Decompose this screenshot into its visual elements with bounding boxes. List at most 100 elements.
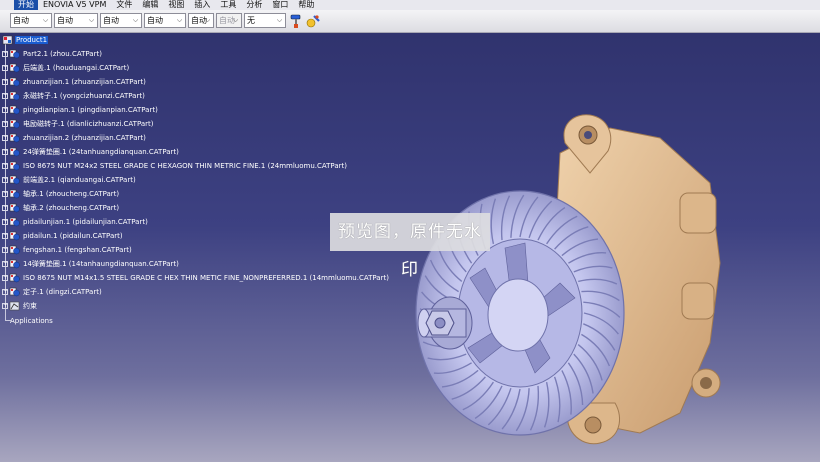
expand-icon[interactable]: + [2, 233, 8, 239]
tree-item-label: 轴承.2 (zhoucheng.CATPart) [23, 204, 120, 212]
tree-item[interactable]: + Part2.1 (zhou.CATPart) [2, 48, 103, 60]
tree-item[interactable]: + 永磁转子.1 (yongcizhuanzi.CATPart) [2, 90, 146, 102]
expand-icon[interactable]: + [2, 261, 8, 267]
tree-item[interactable]: + pidailunjian.1 (pidailunjian.CATPart) [2, 216, 149, 228]
part-icon [9, 259, 20, 269]
point-symbol-combo[interactable]: 自动 ⌵ [188, 13, 214, 28]
tree-item-label: 永磁转子.1 (yongcizhuanzi.CATPart) [23, 92, 145, 100]
tree-item[interactable]: + zhuanzijian.1 (zhuanzijian.CATPart) [2, 76, 147, 88]
tree-item-label: pingdianpian.1 (pingdianpian.CATPart) [23, 106, 158, 114]
part-icon [9, 245, 20, 255]
alternator-model[interactable] [410, 83, 820, 462]
graphic-properties-toolbar: 自动 ⌵ 自动 ⌵ 自动 ⌵ 自动 ⌵ 自动 ⌵ 自动 ⌵ 无 ⌵ [0, 10, 820, 33]
tree-item[interactable]: + 前端盖2.1 (qianduangai.CATPart) [2, 174, 137, 186]
tree-item[interactable]: + 轴承.2 (zhoucheng.CATPart) [2, 202, 120, 214]
tree-applications[interactable]: Applications [2, 315, 53, 327]
chevron-down-icon: ⌵ [232, 16, 239, 24]
expand-icon[interactable]: + [2, 275, 8, 281]
part-icon [9, 133, 20, 143]
tree-item[interactable]: + ISO 8675 NUT M14x1.5 STEEL GRADE C HEX … [2, 272, 390, 284]
tree-item[interactable]: + 约束 [2, 300, 38, 312]
expand-icon[interactable]: + [2, 177, 8, 183]
chevron-down-icon: ⌵ [276, 16, 283, 24]
chevron-down-icon: ⌵ [176, 16, 183, 24]
tree-item[interactable]: + zhuanzijian.2 (zhuanzijian.CATPart) [2, 132, 147, 144]
tree-item-label: zhuanzijian.2 (zhuanzijian.CATPart) [23, 134, 146, 142]
menu-start[interactable]: 开始 [14, 0, 38, 10]
layer-combo[interactable]: 无 ⌵ [244, 13, 286, 28]
tree-item-label: Part2.1 (zhou.CATPart) [23, 50, 102, 58]
3d-viewport[interactable]: Product1 + Part2.1 (zhou.CATPart) + 后端盖.1 (… [0, 33, 820, 462]
menu-enovia[interactable]: ENOVIA V5 VPM [38, 0, 111, 10]
chevron-down-icon: ⌵ [42, 16, 49, 24]
transparency-combo-value: 自动 [57, 16, 73, 25]
tree-item[interactable]: +24弹簧垫圈.1 (24tanhuangdianquan.CATPart) [2, 146, 180, 158]
part-icon [9, 105, 20, 115]
specification-tree: Product1 + Part2.1 (zhou.CATPart) + 后端盖.1 (… [0, 33, 420, 333]
menu-bar: 开始 ENOVIA V5 VPM 文件 编辑 视图 插入 工具 分析 窗口 帮助 [0, 0, 820, 10]
line-type-combo-value: 自动 [147, 16, 163, 25]
tree-item[interactable]: + fengshan.1 (fengshan.CATPart) [2, 244, 133, 256]
expand-icon[interactable]: + [2, 51, 8, 57]
tree-root-product[interactable]: Product1 [2, 34, 49, 46]
color-combo[interactable]: 自动 ⌵ [10, 13, 52, 28]
tree-item-label: 定子.1 (dingzi.CATPart) [23, 288, 102, 296]
expand-icon[interactable]: + [2, 121, 8, 127]
render-style-combo: 自动 ⌵ [216, 13, 242, 28]
menu-file[interactable]: 文件 [111, 0, 137, 10]
watermark-banner: 预览图，原件无水印 [330, 213, 490, 280]
tree-item[interactable]: + 电励磁转子.1 (dianlicizhuanzi.CATPart) [2, 118, 155, 130]
expand-icon[interactable]: + [2, 303, 8, 309]
part-icon [9, 231, 20, 241]
constraints-icon [9, 301, 20, 311]
tree-item[interactable]: + 轴承.1 (zhoucheng.CATPart) [2, 188, 120, 200]
part-icon [9, 49, 20, 59]
tree-item[interactable]: +14弹簧垫圈.1 (14tanhaungdianquan.CATPart) [2, 258, 180, 270]
menu-insert[interactable]: 插入 [189, 0, 215, 10]
expand-icon[interactable]: + [2, 219, 8, 225]
menu-analysis[interactable]: 分析 [241, 0, 267, 10]
layer-combo-value: 无 [247, 16, 255, 25]
tree-item[interactable]: + ISO 8675 NUT M24x2 STEEL GRADE C HEXAGO… [2, 160, 348, 172]
expand-icon[interactable]: + [2, 149, 8, 155]
tree-applications-label: Applications [10, 317, 53, 325]
chevron-down-icon: ⌵ [204, 16, 211, 24]
part-icon [9, 203, 20, 213]
menu-view[interactable]: 视图 [163, 0, 189, 10]
tree-item[interactable]: + pidailun.1 (pidailun.CATPart) [2, 230, 124, 242]
menu-window[interactable]: 窗口 [267, 0, 293, 10]
tree-item-label: zhuanzijian.1 (zhuanzijian.CATPart) [23, 78, 146, 86]
expand-icon[interactable]: + [2, 135, 8, 141]
chevron-down-icon: ⌵ [88, 16, 95, 24]
tree-item-label: 轴承.1 (zhoucheng.CATPart) [23, 190, 120, 198]
expand-icon[interactable]: + [2, 289, 8, 295]
expand-icon[interactable]: + [2, 205, 8, 211]
expand-icon[interactable]: + [2, 163, 8, 169]
expand-icon[interactable]: + [2, 93, 8, 99]
line-weight-combo[interactable]: 自动 ⌵ [100, 13, 142, 28]
tree-root-label: Product1 [15, 36, 49, 44]
tree-item[interactable]: + 后端盖.1 (houduangai.CATPart) [2, 62, 130, 74]
expand-icon[interactable]: + [2, 79, 8, 85]
expand-icon[interactable]: + [2, 191, 8, 197]
line-type-combo[interactable]: 自动 ⌵ [144, 13, 186, 28]
reset-format-icon[interactable] [305, 13, 321, 29]
tree-item[interactable]: + pingdianpian.1 (pingdianpian.CATPart) [2, 104, 159, 116]
tree-item-label: ISO 8675 NUT M14x1.5 STEEL GRADE C HEX T… [23, 274, 389, 282]
tree-item-label: 后端盖.1 (houduangai.CATPart) [23, 64, 130, 72]
tree-item-label: 14弹簧垫圈.1 (14tanhaungdianquan.CATPart) [23, 260, 179, 268]
part-icon [9, 161, 20, 171]
part-icon [9, 287, 20, 297]
part-icon [9, 273, 20, 283]
expand-icon[interactable]: + [2, 107, 8, 113]
transparency-combo[interactable]: 自动 ⌵ [54, 13, 98, 28]
menu-edit[interactable]: 编辑 [137, 0, 163, 10]
menu-tools[interactable]: 工具 [215, 0, 241, 10]
part-icon [9, 217, 20, 227]
menu-help[interactable]: 帮助 [293, 0, 319, 10]
format-painter-icon[interactable] [288, 13, 304, 29]
tree-item-label: 约束 [23, 302, 37, 310]
expand-icon[interactable]: + [2, 65, 8, 71]
tree-item[interactable]: + 定子.1 (dingzi.CATPart) [2, 286, 103, 298]
expand-icon[interactable]: + [2, 247, 8, 253]
